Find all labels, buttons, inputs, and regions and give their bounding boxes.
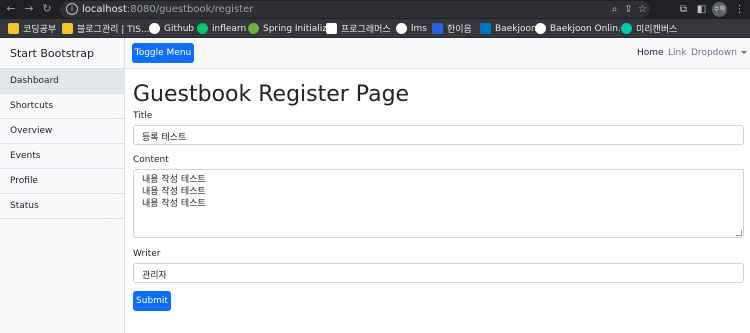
content-line: 내용 작성 테스트 <box>142 175 206 185</box>
title-input[interactable]: 등록 테스트 <box>133 125 744 145</box>
folder-icon <box>62 23 73 34</box>
sidebar-item-profile[interactable]: Profile <box>0 169 124 194</box>
caret-down-icon <box>740 51 747 54</box>
sidebar-brand[interactable]: Start Bootstrap <box>0 38 124 69</box>
address-bar[interactable]: i localhost:8080/guestbook/register ⌕ ⇪ … <box>60 1 650 18</box>
resize-handle-icon[interactable] <box>736 230 742 236</box>
sidepanel-icon[interactable]: ◧ <box>695 3 708 16</box>
programmers-icon <box>326 23 337 34</box>
menu-kebab-icon[interactable]: ⋮ <box>733 3 746 16</box>
folder-icon <box>8 23 19 34</box>
bookmark-label: 한이음 <box>447 25 472 35</box>
toggle-menu-button[interactable]: Toggle Menu <box>132 43 194 63</box>
spring-icon <box>248 23 259 34</box>
address-text: localhost:8080/guestbook/register <box>82 3 253 16</box>
reload-icon[interactable]: ↻ <box>40 2 54 16</box>
profile-avatar[interactable]: 수혁 <box>712 2 727 17</box>
bookmark-label: 프로그래머스 <box>341 25 391 35</box>
share-icon[interactable]: ⇪ <box>622 3 635 16</box>
bookmark-label: inflearn <box>212 23 247 34</box>
baekjoon-icon <box>480 23 491 34</box>
sidebar-item-shortcuts[interactable]: Shortcuts <box>0 94 124 119</box>
bookmark-item[interactable]: inflearn <box>197 22 246 35</box>
zoom-icon[interactable]: ⌕ <box>608 3 621 16</box>
content-line: 내용 작성 테스트 <box>142 199 206 209</box>
content-line: 내용 작성 테스트 <box>142 187 206 197</box>
sidebar-item-events[interactable]: Events <box>0 144 124 169</box>
sidebar: Start Bootstrap Dashboard Shortcuts Over… <box>0 38 125 333</box>
bookmark-item[interactable]: Spring Initializr <box>248 22 331 35</box>
forward-icon[interactable]: → <box>22 2 36 16</box>
nav-dropdown-label: Dropdown <box>691 48 737 58</box>
bookmark-label: lms <box>411 23 427 34</box>
top-navbar: Toggle Menu Home Link Dropdown <box>125 38 750 69</box>
bookmark-label: 미리캔버스 <box>636 25 678 35</box>
url-path: :8080/guestbook/register <box>126 4 254 15</box>
globe-icon <box>535 23 546 34</box>
bookmark-label: Baekjoon <box>495 23 537 34</box>
bookmark-item[interactable]: 블로그관리 | TIS... <box>62 22 150 35</box>
bookmark-label: 블로그관리 | TIS... <box>77 25 150 35</box>
bookmark-item[interactable]: 한이음 <box>432 22 472 35</box>
writer-input[interactable]: 관리자 <box>133 263 744 283</box>
bookmark-item[interactable]: 프로그래머스 <box>326 22 391 35</box>
bookmark-label: Spring Initializr <box>263 23 331 34</box>
url-host: localhost <box>82 4 127 15</box>
bookmarks-bar: 코딩공부 블로그관리 | TIS... Github inflearn Spri… <box>0 19 750 38</box>
bookmark-item[interactable]: lms <box>396 22 427 35</box>
sidebar-item-status[interactable]: Status <box>0 194 124 219</box>
site-info-icon[interactable]: i <box>66 3 78 15</box>
bookmark-item[interactable]: 코딩공부 <box>8 22 56 35</box>
sidebar-item-dashboard[interactable]: Dashboard <box>0 69 124 94</box>
hanium-icon <box>432 23 443 34</box>
bookmark-label: Github <box>164 23 195 34</box>
page: Start Bootstrap Dashboard Shortcuts Over… <box>0 38 750 333</box>
nav-link[interactable]: Link <box>668 48 686 58</box>
inflearn-icon <box>197 23 208 34</box>
title-label: Title <box>133 111 153 121</box>
bookmark-item[interactable]: 미리캔버스 <box>621 22 677 35</box>
bookmark-item[interactable]: Github <box>149 22 194 35</box>
bookmark-item[interactable]: Baekjoon <box>480 22 537 35</box>
github-icon <box>149 23 160 34</box>
submit-button[interactable]: Submit <box>133 291 171 311</box>
page-title: Guestbook Register Page <box>133 82 410 107</box>
globe-icon <box>396 23 407 34</box>
bookmark-star-icon[interactable]: ☆ <box>636 3 649 16</box>
miricanvas-icon <box>621 23 632 34</box>
bookmark-label: Baekjoon Onlin... <box>550 23 627 34</box>
back-icon[interactable]: ← <box>4 2 18 16</box>
nav-home-link[interactable]: Home <box>637 48 664 58</box>
browser-toolbar: ← → ↻ i localhost:8080/guestbook/registe… <box>0 0 750 19</box>
nav-dropdown[interactable]: Dropdown <box>691 48 747 58</box>
content-label: Content <box>133 155 169 165</box>
extensions-icon[interactable]: ⧉ <box>677 3 690 16</box>
bookmark-label: 코딩공부 <box>23 25 57 35</box>
writer-label: Writer <box>133 249 161 259</box>
bookmark-item[interactable]: Baekjoon Onlin... <box>535 22 627 35</box>
content-textarea[interactable]: 내용 작성 테스트 내용 작성 테스트 내용 작성 테스트 <box>133 169 744 238</box>
sidebar-item-overview[interactable]: Overview <box>0 119 124 144</box>
